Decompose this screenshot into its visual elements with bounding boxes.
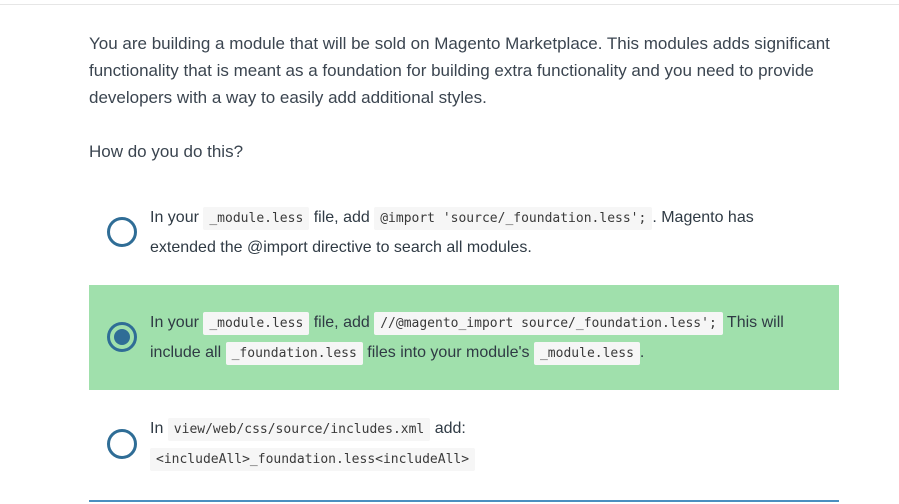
option-text-segment: add: <box>430 420 466 437</box>
option-text-segment: file, add <box>309 314 375 331</box>
option-text-segment: file, add <box>309 209 375 226</box>
question-prompt: How do you do this? <box>89 142 244 161</box>
radio-button-unselected-icon[interactable] <box>107 217 137 247</box>
code-snippet: _module.less <box>203 207 310 230</box>
code-snippet: _module.less <box>203 312 310 335</box>
top-divider <box>0 4 899 5</box>
radio-button-selected-icon[interactable] <box>107 322 137 352</box>
code-snippet: _module.less <box>533 342 640 365</box>
radio-selected-dot-icon <box>114 329 130 345</box>
option-text-segment: . <box>639 344 645 361</box>
option-1-text: In your _module.less file, add @import '… <box>150 203 810 262</box>
question-text: You are building a module that will be s… <box>89 34 830 107</box>
answer-option-1[interactable]: In your _module.less file, add @import '… <box>89 190 839 275</box>
code-snippet: @import 'source/_foundation.less'; <box>374 207 653 230</box>
code-snippet: //@magento_import source/_foundation.les… <box>374 312 723 335</box>
code-snippet: view/web/css/source/includes.xml <box>167 418 431 441</box>
bottom-divider <box>89 500 839 502</box>
radio-button-unselected-icon[interactable] <box>107 429 137 459</box>
answer-option-2-selected[interactable]: In your _module.less file, add //@magent… <box>89 285 839 390</box>
answer-option-3[interactable]: In view/web/css/source/includes.xml add:… <box>89 400 839 495</box>
option-3-text: In view/web/css/source/includes.xml add:… <box>150 414 810 474</box>
option-2-text: In your _module.less file, add //@magent… <box>150 308 810 368</box>
code-snippet: <includeAll>_foundation.less<includeAll> <box>150 448 476 471</box>
code-snippet: _foundation.less <box>225 342 363 365</box>
option-text-segment: In your <box>150 314 204 331</box>
option-text-segment: In <box>150 420 168 437</box>
option-text-segment: files into your module's <box>362 344 534 361</box>
option-text-segment: In your <box>150 209 204 226</box>
